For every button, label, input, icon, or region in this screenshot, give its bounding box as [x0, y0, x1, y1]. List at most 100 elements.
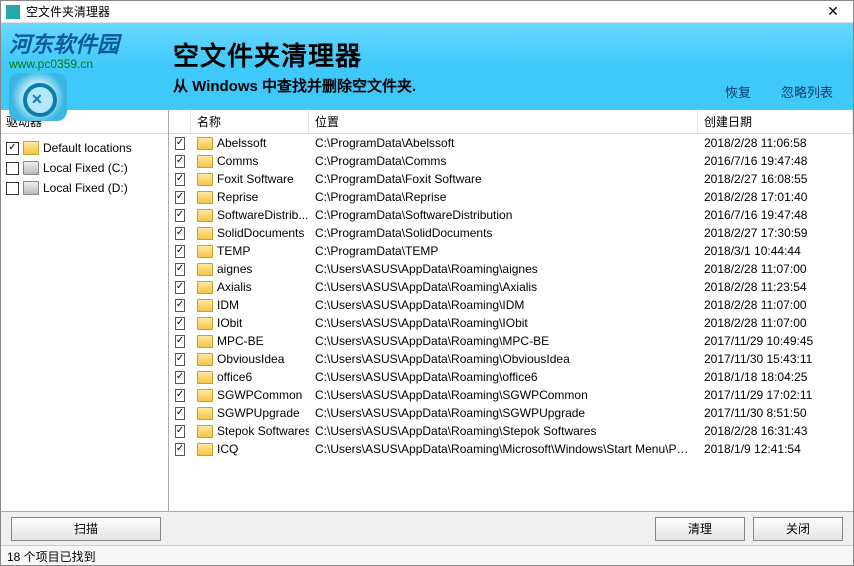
row-checkbox[interactable]	[175, 155, 185, 168]
folder-list: 名称 位置 创建日期 Abelssoft C:\ProgramData\Abels…	[169, 110, 853, 511]
drive-label: Default locations	[43, 141, 132, 155]
row-date: 2018/3/1 10:44:44	[698, 243, 853, 259]
list-header: 名称 位置 创建日期	[169, 110, 853, 134]
row-date: 2018/2/27 16:08:55	[698, 171, 853, 187]
drive-checkbox[interactable]	[6, 142, 19, 155]
folder-icon	[197, 137, 213, 150]
table-row[interactable]: MPC-BEC:\Users\ASUS\AppData\Roaming\MPC-…	[169, 332, 853, 350]
table-row[interactable]: office6 C:\Users\ASUS\AppData\Roaming\off…	[169, 368, 853, 386]
folder-icon	[197, 407, 213, 420]
table-row[interactable]: ICQ C:\Users\ASUS\AppData\Roaming\Microso…	[169, 440, 853, 458]
row-location: C:\Users\ASUS\AppData\Roaming\aignes	[309, 261, 698, 277]
row-checkbox[interactable]	[175, 173, 185, 186]
table-row[interactable]: CommsC:\ProgramData\Comms2016/7/16 19:47…	[169, 152, 853, 170]
col-check[interactable]	[169, 110, 191, 133]
row-name: office6	[217, 370, 252, 384]
row-name: Stepok Softwares	[217, 424, 309, 438]
table-row[interactable]: RepriseC:\ProgramData\Reprise2018/2/28 1…	[169, 188, 853, 206]
row-checkbox[interactable]	[175, 389, 185, 402]
row-checkbox[interactable]	[175, 245, 185, 258]
drive-item[interactable]: Local Fixed (C:)	[6, 158, 163, 178]
row-location: C:\ProgramData\Reprise	[309, 189, 698, 205]
row-date: 2018/1/18 18:04:25	[698, 369, 853, 385]
row-date: 2018/2/28 17:01:40	[698, 189, 853, 205]
row-checkbox[interactable]	[175, 281, 185, 294]
row-location: C:\Users\ASUS\AppData\Roaming\Microsoft\…	[309, 441, 698, 457]
row-checkbox[interactable]	[175, 407, 185, 420]
table-row[interactable]: aignesC:\Users\ASUS\AppData\Roaming\aign…	[169, 260, 853, 278]
folder-icon	[197, 317, 213, 330]
folder-x-icon: ✕	[9, 73, 67, 121]
row-name: ICQ	[217, 442, 238, 456]
table-row[interactable]: Stepok SoftwaresC:\Users\ASUS\AppData\Ro…	[169, 422, 853, 440]
drive-label: Local Fixed (C:)	[43, 161, 128, 175]
row-name: SGWPCommon	[217, 388, 302, 402]
row-checkbox[interactable]	[175, 209, 185, 222]
row-checkbox[interactable]	[175, 371, 185, 384]
row-location: C:\Users\ASUS\AppData\Roaming\Stepok Sof…	[309, 423, 698, 439]
row-date: 2016/7/16 19:47:48	[698, 207, 853, 223]
row-checkbox[interactable]	[175, 335, 185, 348]
scan-button[interactable]: 扫描	[11, 517, 161, 541]
row-name: IObit	[217, 316, 242, 330]
drive-checkbox[interactable]	[6, 182, 19, 195]
close-button[interactable]: 关闭	[753, 517, 843, 541]
folder-icon	[197, 155, 213, 168]
col-location[interactable]: 位置	[309, 110, 698, 133]
clean-button[interactable]: 清理	[655, 517, 745, 541]
row-name: Abelssoft	[217, 136, 266, 150]
folder-icon	[197, 443, 213, 456]
drive-checkbox[interactable]	[6, 162, 19, 175]
row-checkbox[interactable]	[175, 227, 185, 240]
titlebar: 空文件夹清理器 ✕	[1, 1, 853, 23]
table-row[interactable]: Foxit Software C:\ProgramData\Foxit Softw…	[169, 170, 853, 188]
col-date[interactable]: 创建日期	[698, 110, 853, 133]
row-checkbox[interactable]	[175, 263, 185, 276]
row-location: C:\ProgramData\SoftwareDistribution	[309, 207, 698, 223]
table-row[interactable]: IObit C:\Users\ASUS\AppData\Roaming\IObit…	[169, 314, 853, 332]
table-row[interactable]: IDMC:\Users\ASUS\AppData\Roaming\IDM2018…	[169, 296, 853, 314]
row-location: C:\ProgramData\Foxit Software	[309, 171, 698, 187]
row-location: C:\ProgramData\Abelssoft	[309, 135, 698, 151]
app-subtitle: 从 Windows 中查找并删除空文件夹.	[173, 75, 416, 96]
table-row[interactable]: SolidDocumentsC:\ProgramData\SolidDocume…	[169, 224, 853, 242]
table-row[interactable]: SGWPCommonC:\Users\ASUS\AppData\Roaming\…	[169, 386, 853, 404]
row-checkbox[interactable]	[175, 425, 185, 438]
drive-item[interactable]: Local Fixed (D:)	[6, 178, 163, 198]
restore-link[interactable]: 恢复	[725, 82, 751, 101]
row-checkbox[interactable]	[175, 317, 185, 330]
app-icon	[6, 5, 20, 19]
close-icon[interactable]: ✕	[818, 3, 848, 20]
row-checkbox[interactable]	[175, 299, 185, 312]
table-row[interactable]: SoftwareDistrib...C:\ProgramData\Softwar…	[169, 206, 853, 224]
table-row[interactable]: AxialisC:\Users\ASUS\AppData\Roaming\Axi…	[169, 278, 853, 296]
hdd-icon	[23, 181, 39, 195]
row-name: Foxit Software	[217, 172, 294, 186]
table-row[interactable]: ObviousIdeaC:\Users\ASUS\AppData\Roaming…	[169, 350, 853, 368]
row-date: 2018/2/28 11:07:00	[698, 261, 853, 277]
drive-item[interactable]: Default locations	[6, 138, 163, 158]
watermark-url: www.pc0359.cn	[9, 57, 167, 71]
folder-icon	[197, 425, 213, 438]
table-row[interactable]: SGWPUpgradeC:\Users\ASUS\AppData\Roaming…	[169, 404, 853, 422]
app-title: 空文件夹清理器	[173, 36, 416, 73]
row-checkbox[interactable]	[175, 137, 185, 150]
col-name[interactable]: 名称	[191, 110, 309, 133]
row-name: ObviousIdea	[217, 352, 284, 366]
row-checkbox[interactable]	[175, 443, 185, 456]
folder-icon	[197, 389, 213, 402]
row-checkbox[interactable]	[175, 353, 185, 366]
table-row[interactable]: AbelssoftC:\ProgramData\Abelssoft2018/2/…	[169, 134, 853, 152]
row-location: C:\Users\ASUS\AppData\Roaming\office6	[309, 369, 698, 385]
folder-icon	[197, 335, 213, 348]
row-date: 2017/11/30 15:43:11	[698, 351, 853, 367]
row-location: C:\Users\ASUS\AppData\Roaming\SGWPUpgrad…	[309, 405, 698, 421]
row-location: C:\Users\ASUS\AppData\Roaming\IObit	[309, 315, 698, 331]
folder-icon	[197, 209, 213, 222]
row-checkbox[interactable]	[175, 191, 185, 204]
row-name: Axialis	[217, 280, 252, 294]
row-date: 2016/7/16 19:47:48	[698, 153, 853, 169]
row-location: C:\Users\ASUS\AppData\Roaming\IDM	[309, 297, 698, 313]
table-row[interactable]: TEMPC:\ProgramData\TEMP2018/3/1 10:44:44	[169, 242, 853, 260]
ignore-list-link[interactable]: 忽略列表	[781, 82, 833, 101]
